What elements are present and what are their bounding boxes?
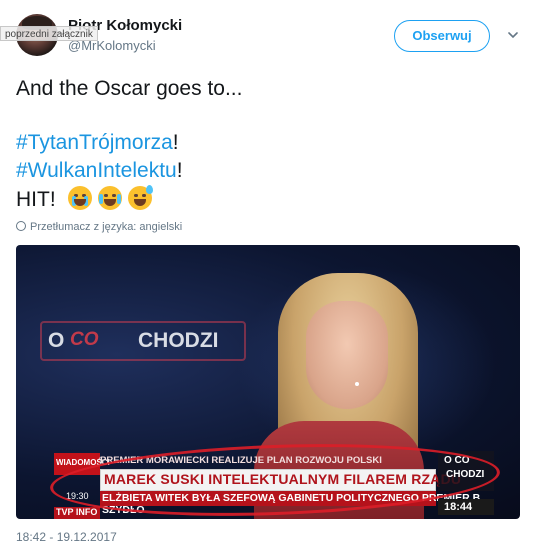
mouth — [133, 199, 146, 206]
tweet-text-line-1: And the Oscar goes to... — [16, 77, 243, 100]
tweet-text-line-2: #TytanTrójmorza! — [16, 130, 179, 156]
sweat-smile-icon — [127, 185, 153, 210]
media-image[interactable]: O CO CHODZI WIADOMOŚCI PREMIER MORAWIECK… — [16, 245, 520, 519]
hashtag-link-1[interactable]: #TytanTrójmorza — [16, 131, 173, 154]
tweet-timestamp[interactable]: 18:42 - 19.12.2017 — [16, 530, 117, 544]
tear — [116, 194, 121, 204]
globe-icon — [16, 221, 26, 231]
hashtag-1-suffix: ! — [172, 131, 179, 154]
sweat-drop — [145, 185, 153, 194]
show-logo-o: O — [48, 329, 65, 352]
translate-link[interactable]: Przetłumacz z języka: angielski — [16, 221, 182, 233]
tweet-text-line-4: HIT! — [16, 185, 158, 213]
tweet-card: Piotr Kołomycki @MrKolomycki poprzedni z… — [0, 0, 538, 552]
eye — [133, 194, 138, 197]
chevron-down-icon[interactable] — [506, 28, 520, 42]
eye — [103, 194, 108, 197]
eye — [111, 194, 116, 197]
follow-button[interactable]: Obserwuj — [394, 20, 490, 52]
presenter-face — [306, 301, 388, 409]
translate-label: Przetłumacz z języka: angielski — [30, 221, 183, 233]
show-logo-chodzi: CHODZI — [138, 329, 219, 352]
tweet-text-line-3: #WulkanIntelektu! — [16, 158, 183, 184]
tears-of-joy-icon — [97, 186, 122, 210]
hashtag-link-2[interactable]: #WulkanIntelektu — [16, 159, 177, 182]
crying-face-icon — [67, 186, 92, 210]
previous-attachment-label[interactable]: poprzedni załącznik — [0, 26, 98, 41]
clock-text: 18:44 — [444, 501, 473, 513]
hit-text: HIT! — [16, 188, 56, 211]
eye — [141, 194, 146, 197]
tear — [98, 194, 103, 204]
earring — [355, 382, 359, 386]
mouth — [103, 199, 116, 206]
show-logo-co: CO — [70, 329, 99, 350]
tvp-logo: TVP INFO — [56, 507, 98, 517]
hashtag-2-suffix: ! — [176, 159, 183, 182]
